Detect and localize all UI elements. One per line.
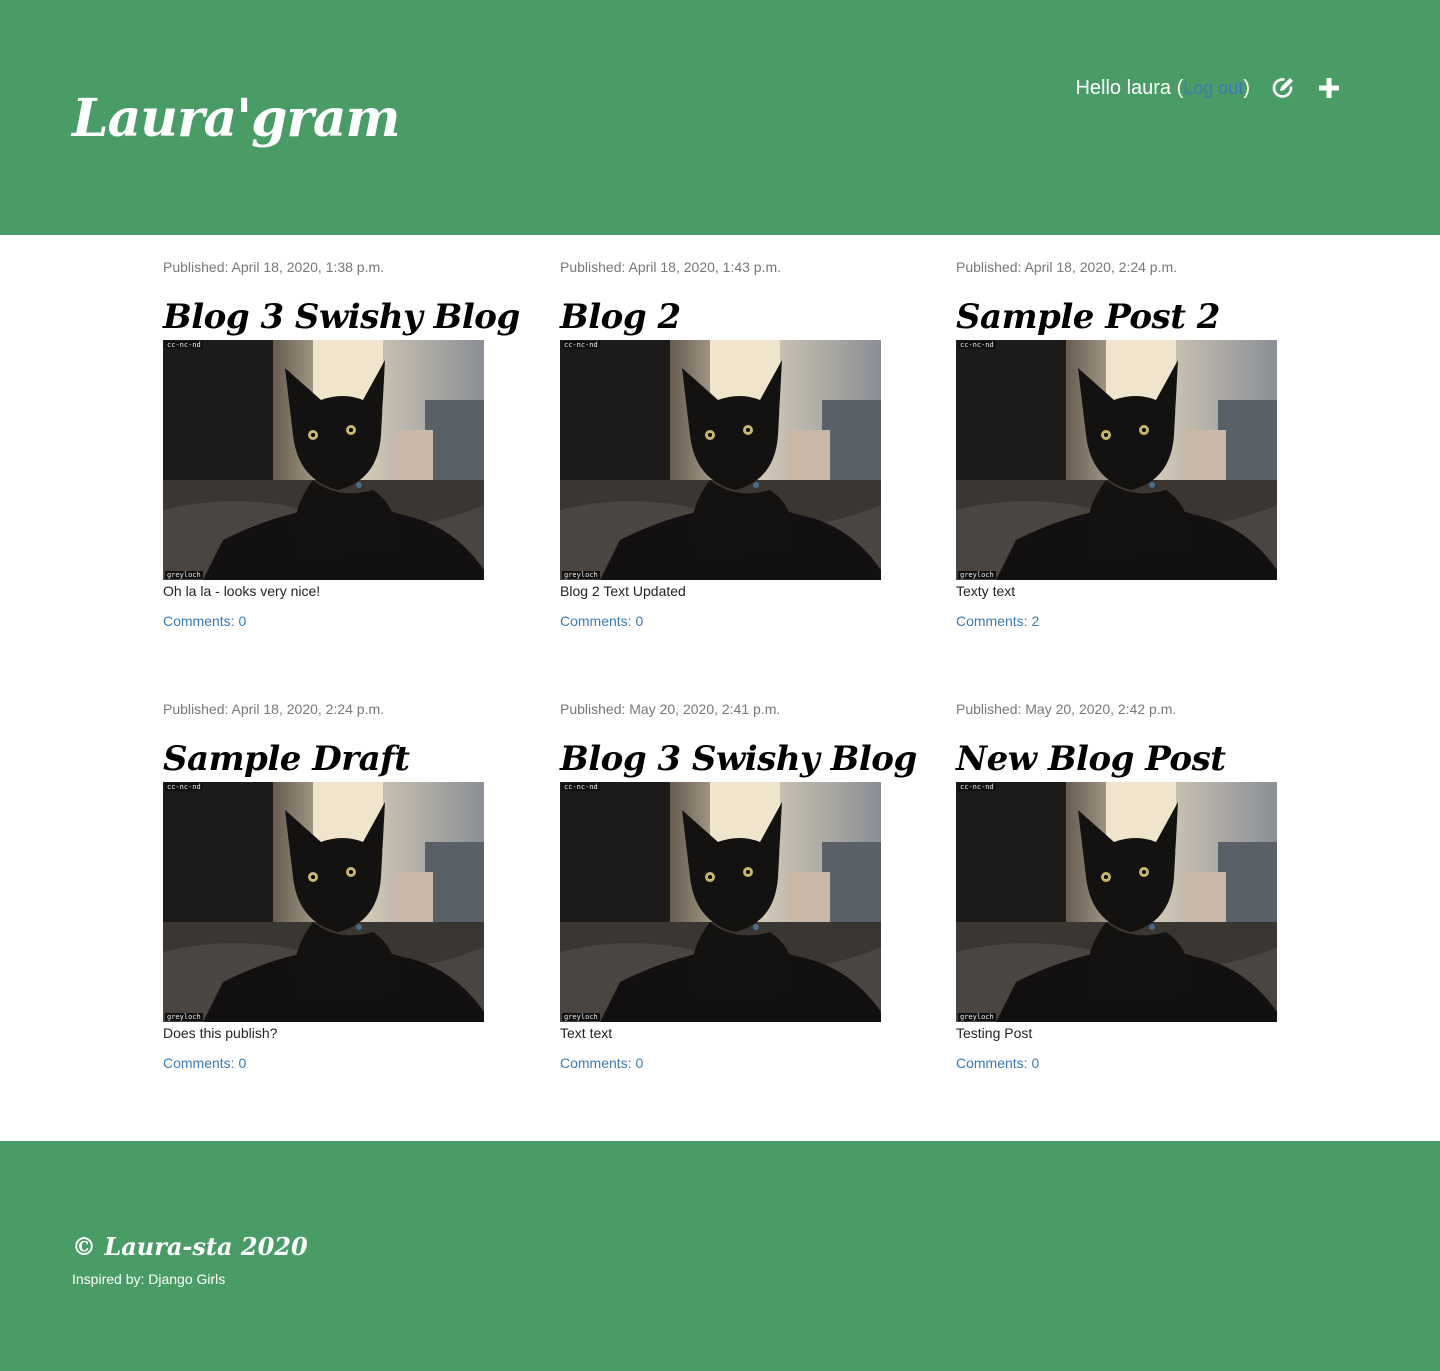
comments-link[interactable]: Comments: 0 [560, 612, 643, 630]
license-watermark: cc-nc-nd [958, 783, 996, 791]
published-date: Published: May 20, 2020, 2:41 p.m. [560, 701, 781, 717]
published-date: Published: April 18, 2020, 2:24 p.m. [956, 259, 1178, 275]
post-title[interactable]: Blog 3 Swishy Blog [163, 296, 520, 338]
post-image: cc-nc-nd greyloch [560, 782, 881, 1022]
copyright: © Laura-sta 2020 [72, 1232, 308, 1261]
post-text: Texty text [956, 583, 1016, 599]
post-text: Oh la la - looks very nice! [163, 583, 321, 599]
post-image: cc-nc-nd greyloch [163, 782, 484, 1022]
license-watermark: cc-nc-nd [165, 341, 203, 349]
greeting-text: Hello laura ( [1075, 76, 1184, 99]
comments-link[interactable]: Comments: 0 [163, 1054, 246, 1072]
post-card: Published: April 18, 2020, 2:24 p.m. Sam… [163, 700, 484, 1073]
post-title[interactable]: Sample Draft [163, 738, 484, 780]
logout-link[interactable]: Log out [1183, 78, 1243, 98]
greeting-close: ) [1243, 76, 1250, 99]
post-text: Blog 2 Text Updated [560, 583, 686, 599]
license-watermark: cc-nc-nd [958, 341, 996, 349]
post-image: cc-nc-nd greyloch [956, 340, 1277, 580]
site-logo[interactable]: Laura'gram [72, 88, 401, 149]
license-watermark: cc-nc-nd [165, 783, 203, 791]
post-text: Does this publish? [163, 1025, 278, 1041]
author-watermark: greyloch [562, 1013, 600, 1021]
post-card: Published: April 18, 2020, 1:38 p.m. Blo… [163, 258, 520, 631]
post-title[interactable]: Blog 2 [560, 296, 881, 338]
published-date: Published: April 18, 2020, 2:24 p.m. [163, 701, 385, 717]
license-watermark: cc-nc-nd [562, 341, 600, 349]
cat-photo [163, 782, 484, 1022]
author-watermark: greyloch [562, 571, 600, 579]
comments-link[interactable]: Comments: 0 [163, 612, 246, 630]
author-watermark: greyloch [165, 1013, 203, 1021]
site-footer: © Laura-sta 2020 Inspired by: Django Gir… [0, 1141, 1440, 1371]
cat-photo [163, 340, 484, 580]
cat-photo [956, 340, 1277, 580]
post-text: Text text [560, 1025, 613, 1041]
inspired-by: Inspired by: Django Girls [72, 1271, 226, 1287]
post-title[interactable]: Blog 3 Swishy Blog [560, 738, 917, 780]
post-image: cc-nc-nd greyloch [956, 782, 1277, 1022]
post-image: cc-nc-nd greyloch [163, 340, 484, 580]
post-title[interactable]: New Blog Post [956, 738, 1277, 780]
published-date: Published: April 18, 2020, 1:43 p.m. [560, 259, 782, 275]
cat-photo [956, 782, 1277, 1022]
author-watermark: greyloch [958, 1013, 996, 1021]
post-title[interactable]: Sample Post 2 [956, 296, 1277, 338]
top-nav: Hello laura (Log out) [1075, 72, 1342, 104]
edit-icon[interactable] [1270, 75, 1296, 101]
post-text: Testing Post [956, 1025, 1033, 1041]
post-image: cc-nc-nd greyloch [560, 340, 881, 580]
published-date: Published: April 18, 2020, 1:38 p.m. [163, 259, 385, 275]
published-date: Published: May 20, 2020, 2:42 p.m. [956, 701, 1177, 717]
plus-icon[interactable] [1316, 75, 1342, 101]
post-card: Published: May 20, 2020, 2:41 p.m. Blog … [560, 700, 917, 1073]
post-card: Published: April 18, 2020, 2:24 p.m. Sam… [956, 258, 1277, 631]
cat-photo [560, 782, 881, 1022]
greeting: Hello laura (Log out) [1075, 77, 1250, 100]
author-watermark: greyloch [165, 571, 203, 579]
license-watermark: cc-nc-nd [562, 783, 600, 791]
post-card: Published: May 20, 2020, 2:42 p.m. New B… [956, 700, 1277, 1073]
comments-link[interactable]: Comments: 0 [560, 1054, 643, 1072]
comments-link[interactable]: Comments: 2 [956, 612, 1039, 630]
comments-link[interactable]: Comments: 0 [956, 1054, 1039, 1072]
cat-photo [560, 340, 881, 580]
post-card: Published: April 18, 2020, 1:43 p.m. Blo… [560, 258, 881, 631]
site-header: Laura'gram Hello laura (Log out) [0, 0, 1440, 235]
author-watermark: greyloch [958, 571, 996, 579]
